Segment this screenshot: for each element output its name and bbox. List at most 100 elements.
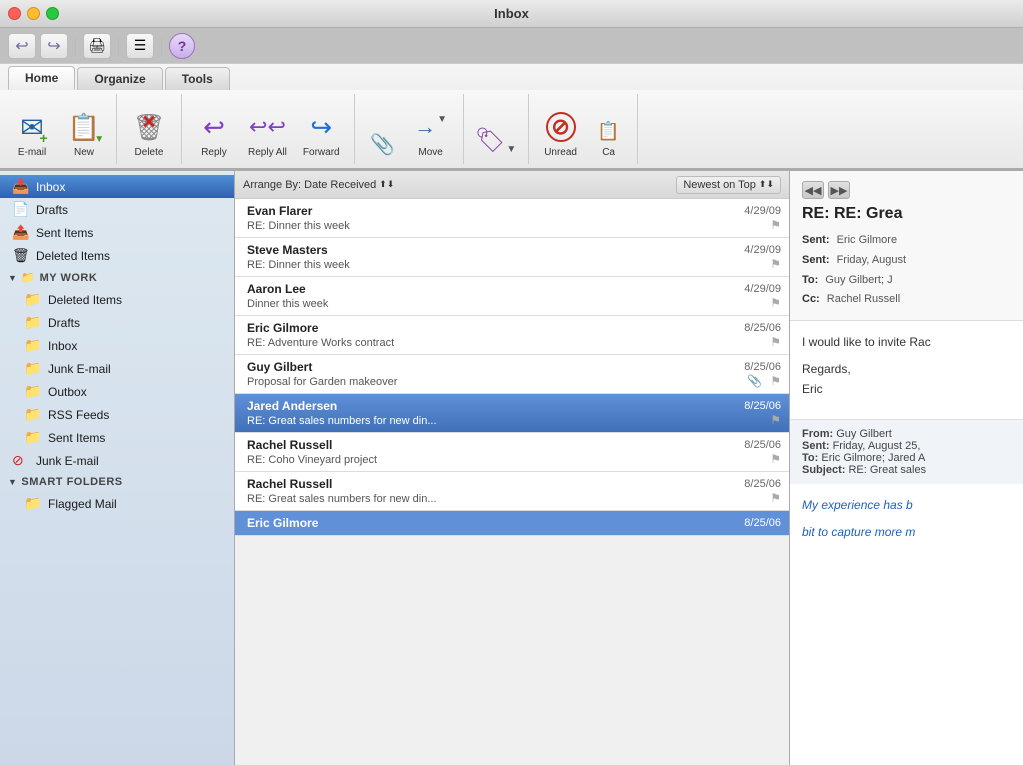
forward-nav-icon[interactable]: ↪ bbox=[40, 33, 68, 59]
move-button[interactable]: →▼ Move bbox=[407, 107, 455, 160]
close-button[interactable] bbox=[8, 7, 21, 20]
message-row[interactable]: Aaron Lee 4/29/09 Dinner this week ⚑ bbox=[235, 277, 789, 316]
reading-header: ◀◀ ▶▶ RE: RE: Grea Sent: Eric Gilmore Se… bbox=[790, 171, 1023, 321]
tags-button[interactable]: 🏷▼ bbox=[472, 120, 520, 160]
attachment-icon: 📎 bbox=[747, 374, 762, 388]
my-work-header[interactable]: ▼ 📁 My Work bbox=[0, 267, 234, 288]
next-message-button[interactable]: ▶▶ bbox=[828, 181, 850, 199]
message-row[interactable]: Rachel Russell 8/25/06 RE: Coho Vineyard… bbox=[235, 433, 789, 472]
tab-home[interactable]: Home bbox=[8, 66, 75, 90]
ribbon-group-actions-items: 📎 →▼ Move bbox=[363, 107, 455, 160]
message-row[interactable]: Evan Flarer 4/29/09 RE: Dinner this week… bbox=[235, 199, 789, 238]
sidebar-item-drafts[interactable]: 📄 Drafts bbox=[0, 198, 234, 221]
sidebar-item-junk-email[interactable]: ⊘ Junk E-mail bbox=[0, 449, 234, 472]
ca-button[interactable]: 📋 Ca bbox=[589, 115, 629, 160]
body-paragraph-1: I would like to invite Rac bbox=[802, 333, 1011, 352]
smart-folders-header[interactable]: ▼ SMART FOLDERS bbox=[0, 472, 234, 492]
traffic-lights bbox=[8, 7, 59, 20]
sidebar-item-my-inbox[interactable]: 📁 Inbox bbox=[0, 334, 234, 357]
sent-icon: 📤 bbox=[12, 224, 30, 241]
arrange-arrow: ⬆⬇ bbox=[379, 179, 394, 190]
message-items: Evan Flarer 4/29/09 RE: Dinner this week… bbox=[235, 199, 789, 765]
my-junk-icon: 📁 bbox=[24, 360, 42, 377]
ribbon-group-delete: 🗑 ✕ Delete bbox=[117, 94, 182, 164]
reply-all-button[interactable]: ↩↩ Reply All bbox=[242, 107, 293, 160]
ribbon-group-actions: 📎 →▼ Move bbox=[355, 94, 464, 164]
flag-icon: ⚑ bbox=[770, 374, 781, 388]
prev-message-button[interactable]: ◀◀ bbox=[802, 181, 824, 199]
unread-icon: ⊘ bbox=[543, 109, 579, 145]
sort-order[interactable]: Newest on Top ⬆⬇ bbox=[676, 176, 781, 194]
sidebar-item-my-outbox[interactable]: 📁 Outbox bbox=[0, 380, 234, 403]
message-row-top: Rachel Russell 8/25/06 bbox=[247, 438, 781, 452]
body-highlight-2: bit to capture more m bbox=[802, 523, 1011, 542]
ribbon-tabs: Home Organize Tools bbox=[0, 64, 1023, 90]
unread-button[interactable]: ⊘ Unread bbox=[537, 107, 585, 160]
attach-button[interactable]: 📎 bbox=[363, 128, 403, 160]
title-bar: Inbox bbox=[0, 0, 1023, 28]
message-row-top: Guy Gilbert 8/25/06 bbox=[247, 360, 781, 374]
flag-icon: ⚑ bbox=[770, 257, 781, 271]
my-outbox-icon: 📁 bbox=[24, 383, 42, 400]
main-content: 📥 Inbox 📄 Drafts 📤 Sent Items 🗑 Deleted … bbox=[0, 171, 1023, 765]
email-button[interactable]: ✉ + E-mail bbox=[8, 107, 56, 160]
message-row[interactable]: Jared Andersen 8/25/06 RE: Great sales n… bbox=[235, 394, 789, 433]
toolbar-area: Home Organize Tools ✉ + E-mail bbox=[0, 64, 1023, 171]
sidebar-item-my-junk[interactable]: 📁 Junk E-mail bbox=[0, 357, 234, 380]
new-button[interactable]: 📋 ▼ New bbox=[60, 107, 108, 160]
junk-email-icon: ⊘ bbox=[12, 452, 30, 469]
message-row[interactable]: Rachel Russell 8/25/06 RE: Great sales n… bbox=[235, 472, 789, 511]
sidebar-item-my-drafts[interactable]: 📁 Drafts bbox=[0, 311, 234, 334]
forward-icon: ↪ bbox=[303, 109, 339, 145]
help-icon[interactable]: ? bbox=[169, 33, 195, 59]
message-row[interactable]: Guy Gilbert 8/25/06 Proposal for Garden … bbox=[235, 355, 789, 394]
reading-nav: ◀◀ ▶▶ bbox=[802, 181, 1011, 199]
ribbon: ✉ + E-mail 📋 ▼ New bbox=[0, 90, 1023, 170]
sidebar-item-inbox[interactable]: 📥 Inbox bbox=[0, 175, 234, 198]
ca-icon: 📋 bbox=[595, 117, 623, 145]
reply-button[interactable]: ↩ Reply bbox=[190, 107, 238, 160]
email-icon: ✉ + bbox=[14, 109, 50, 145]
message-row-top: Eric Gilmore 8/25/06 bbox=[247, 516, 781, 530]
sidebar-item-deleted[interactable]: 🗑 Deleted Items bbox=[0, 244, 234, 267]
message-row-top: Jared Andersen 8/25/06 bbox=[247, 399, 781, 413]
flag-icon: ⚑ bbox=[770, 413, 781, 427]
sidebar-item-my-rss[interactable]: 📁 RSS Feeds bbox=[0, 403, 234, 426]
message-row[interactable]: Eric Gilmore 8/25/06 bbox=[235, 511, 789, 536]
message-row-top: Steve Masters 4/29/09 bbox=[247, 243, 781, 257]
tab-tools[interactable]: Tools bbox=[165, 67, 230, 90]
print-icon[interactable]: 🖨 bbox=[83, 33, 111, 59]
ribbon-group-reply-items: ↩ Reply ↩↩ Reply All ↪ Forward bbox=[190, 107, 346, 160]
ribbon-group-email-items: ✉ + E-mail 📋 ▼ New bbox=[8, 107, 108, 160]
message-row-top: Evan Flarer 4/29/09 bbox=[247, 204, 781, 218]
message-row[interactable]: Eric Gilmore 8/25/06 RE: Adventure Works… bbox=[235, 316, 789, 355]
my-inbox-icon: 📁 bbox=[24, 337, 42, 354]
sidebar-item-my-sent[interactable]: 📁 Sent Items bbox=[0, 426, 234, 449]
cc-line: Cc: Rachel Russell bbox=[802, 290, 1011, 310]
ribbon-group-email: ✉ + E-mail 📋 ▼ New bbox=[0, 94, 117, 164]
forward-button[interactable]: ↪ Forward bbox=[297, 107, 346, 160]
back-nav-icon[interactable]: ↩ bbox=[8, 33, 36, 59]
view-icon[interactable]: ☰ bbox=[126, 33, 154, 59]
ribbon-group-tags-items: 🏷▼ bbox=[472, 120, 520, 160]
message-row-top: Eric Gilmore 8/25/06 bbox=[247, 321, 781, 335]
sidebar-item-my-deleted[interactable]: 📁 Deleted Items bbox=[0, 288, 234, 311]
ribbon-group-reply: ↩ Reply ↩↩ Reply All ↪ Forward bbox=[182, 94, 355, 164]
sidebar: 📥 Inbox 📄 Drafts 📤 Sent Items 🗑 Deleted … bbox=[0, 171, 235, 765]
tab-organize[interactable]: Organize bbox=[77, 67, 162, 90]
ribbon-group-delete-items: 🗑 ✕ Delete bbox=[125, 107, 173, 160]
move-icon: →▼ bbox=[413, 109, 449, 145]
message-row-top: Aaron Lee 4/29/09 bbox=[247, 282, 781, 296]
my-work-arrow: ▼ bbox=[8, 273, 17, 283]
body-regards: Regards, Eric bbox=[802, 360, 1011, 398]
minimize-button[interactable] bbox=[27, 7, 40, 20]
my-rss-icon: 📁 bbox=[24, 406, 42, 423]
maximize-button[interactable] bbox=[46, 7, 59, 20]
attach-icon: 📎 bbox=[369, 130, 397, 158]
subject-label: Subject: RE: Great sales bbox=[802, 464, 1011, 476]
sidebar-item-sent[interactable]: 📤 Sent Items bbox=[0, 221, 234, 244]
message-row[interactable]: Steve Masters 4/29/09 RE: Dinner this we… bbox=[235, 238, 789, 277]
sidebar-item-flagged[interactable]: 📁 Flagged Mail bbox=[0, 492, 234, 515]
delete-button[interactable]: 🗑 ✕ Delete bbox=[125, 107, 173, 160]
arrange-by[interactable]: Arrange By: Date Received ⬆⬇ bbox=[243, 179, 672, 191]
